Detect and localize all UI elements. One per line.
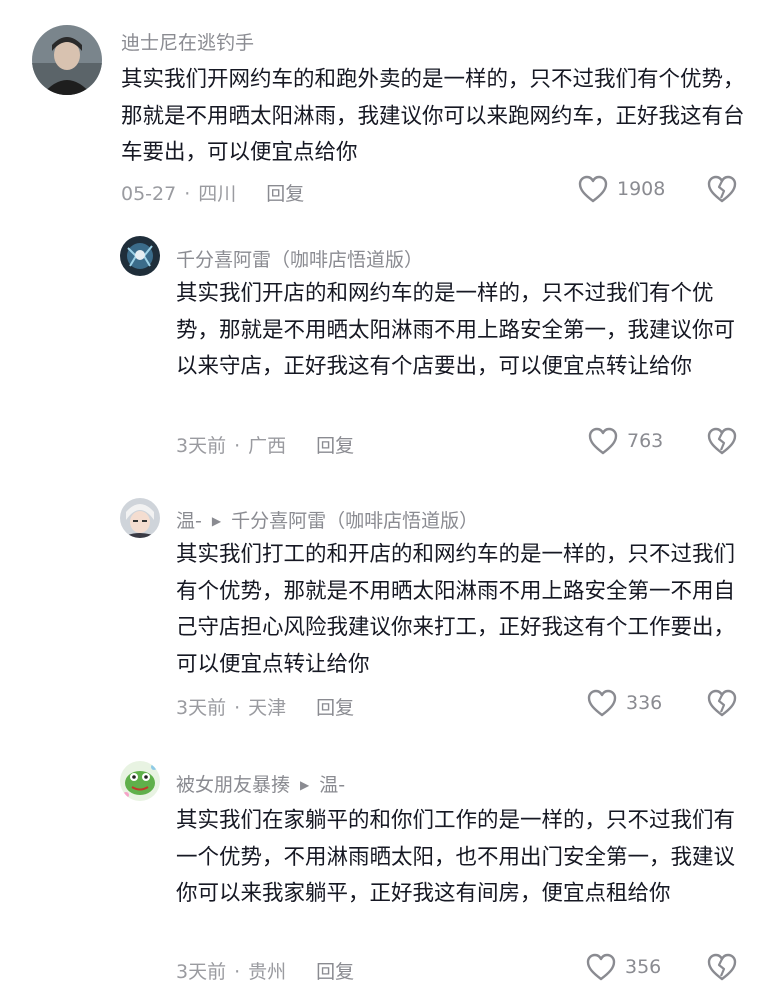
avatar[interactable]: [120, 498, 160, 538]
reply-item: 千分喜阿雷（咖啡店悟道版） 其实我们开店的和网约车的是一样的，只不过我们有个优势…: [0, 215, 775, 480]
comment-meta: 3天前 · 贵州 回复: [176, 957, 354, 984]
like-count: 763: [627, 430, 664, 452]
username-text[interactable]: 被女朋友暴揍: [176, 774, 290, 796]
username-text[interactable]: 温-: [176, 510, 202, 532]
meta-separator: ·: [234, 697, 241, 719]
reply-to-username[interactable]: 温-: [319, 774, 345, 796]
heart-outline-icon: [578, 175, 608, 203]
heart-outline-icon: [588, 427, 618, 455]
comment-text: 其实我们在家躺平的和你们工作的是一样的，只不过我们有一个优势，不用淋雨晒太阳，也…: [176, 808, 736, 906]
reply-button[interactable]: 回复: [316, 697, 354, 719]
heart-outline-icon: [586, 953, 616, 981]
comment-location: 天津: [248, 697, 287, 719]
broken-heart-icon: [707, 175, 737, 203]
dislike-button[interactable]: [706, 688, 738, 722]
like-button[interactable]: 763: [587, 426, 663, 456]
meta-separator: ·: [234, 435, 241, 457]
meta-separator: ·: [184, 183, 191, 205]
like-count: 336: [626, 692, 663, 714]
broken-heart-icon: [707, 427, 737, 455]
like-button[interactable]: 336: [586, 688, 662, 718]
heart-outline-icon: [587, 689, 617, 717]
comment-date: 3天前: [176, 697, 227, 719]
comment-text: 其实我们开网约车的和跑外卖的是一样的，只不过我们有个优势，那就是不用晒太阳淋雨，…: [121, 67, 745, 165]
comment-username[interactable]: 温- ▶ 千分喜阿雷（咖啡店悟道版）: [176, 506, 478, 533]
avatar[interactable]: [120, 761, 160, 801]
comment-date: 05-27: [121, 183, 177, 205]
like-count: 1908: [617, 178, 666, 200]
meta-separator: ·: [234, 961, 241, 983]
like-button[interactable]: 356: [585, 952, 661, 982]
reply-item: 被女朋友暴揍 ▶ 温- 其实我们在家躺平的和你们工作的是一样的，只不过我们有一个优势…: [0, 745, 775, 1000]
comment-location: 四川: [198, 183, 237, 205]
comment-meta: 3天前 · 广西 回复: [176, 431, 354, 458]
username-text[interactable]: 千分喜阿雷（咖啡店悟道版）: [176, 249, 423, 271]
comment-meta: 3天前 · 天津 回复: [176, 693, 354, 720]
comment-item: 迪士尼在逃钓手 其实我们开网约车的和跑外卖的是一样的，只不过我们有个优势，那就是…: [0, 0, 775, 215]
avatar[interactable]: [120, 236, 160, 276]
reply-item: 温- ▶ 千分喜阿雷（咖啡店悟道版） 其实我们打工的和开店的和网约车的是一样的，只不…: [0, 480, 775, 745]
dislike-button[interactable]: [706, 426, 738, 460]
triangle-right-icon: ▶: [211, 514, 222, 528]
comment-text: 其实我们开店的和网约车的是一样的，只不过我们有个优势，那就是不用晒太阳淋雨不用上…: [176, 281, 736, 379]
triangle-right-icon: ▶: [300, 778, 310, 792]
broken-heart-icon: [707, 689, 737, 717]
like-button[interactable]: 1908: [577, 174, 665, 204]
comment-username[interactable]: 千分喜阿雷（咖啡店悟道版）: [176, 245, 423, 272]
comment-username[interactable]: 迪士尼在逃钓手: [121, 28, 254, 55]
dislike-button[interactable]: [706, 952, 738, 986]
reply-button[interactable]: 回复: [316, 961, 354, 983]
comment-location: 广西: [248, 435, 287, 457]
comment-location: 贵州: [248, 961, 287, 983]
avatar[interactable]: [32, 25, 102, 95]
comment-meta: 05-27 · 四川 回复: [121, 179, 304, 206]
comment-date: 3天前: [176, 435, 227, 457]
dislike-button[interactable]: [706, 174, 738, 208]
comment-username[interactable]: 被女朋友暴揍 ▶ 温-: [176, 770, 345, 797]
reply-button[interactable]: 回复: [266, 183, 304, 205]
reply-button[interactable]: 回复: [316, 435, 354, 457]
like-count: 356: [625, 956, 662, 978]
username-text[interactable]: 迪士尼在逃钓手: [121, 32, 254, 54]
comment-text: 其实我们打工的和开店的和网约车的是一样的，只不过我们有个优势，那就是不用晒太阳淋…: [176, 542, 736, 677]
comment-date: 3天前: [176, 961, 227, 983]
broken-heart-icon: [707, 953, 737, 981]
reply-to-username[interactable]: 千分喜阿雷（咖啡店悟道版）: [231, 510, 478, 532]
